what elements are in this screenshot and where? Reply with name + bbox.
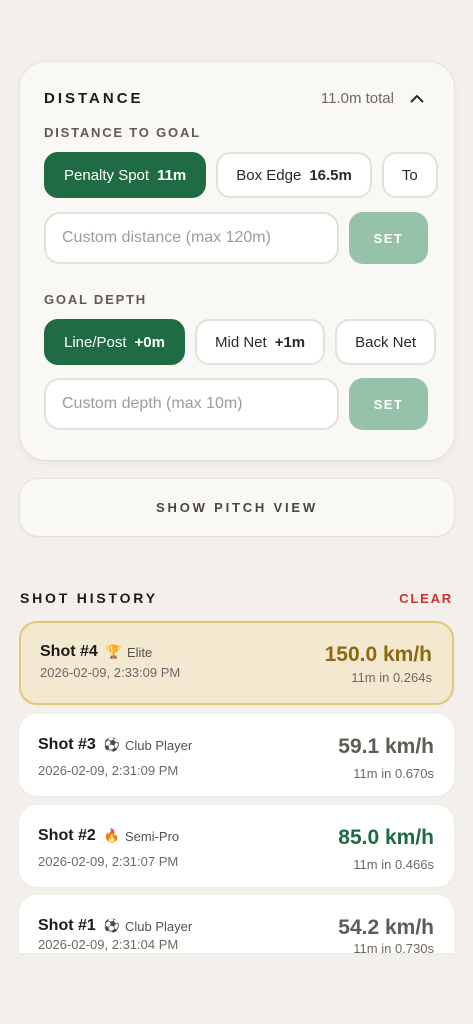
shot-history-title: SHOT HISTORY: [20, 590, 158, 606]
preset-value: 11m: [157, 166, 187, 184]
depth-value: +1m: [274, 333, 306, 351]
chevron-up-icon[interactable]: [406, 88, 428, 108]
goal-depth-label: GOAL DEPTH: [44, 292, 147, 307]
shot-meta: 11m in 0.670s: [353, 766, 434, 781]
preset-penalty-spot[interactable]: Penalty Spot 11m: [44, 152, 207, 198]
shot-name: Shot #2 🔥 Semi-Pro: [38, 827, 179, 845]
depth-name: Back Net: [355, 333, 416, 351]
clear-history-button[interactable]: CLEAR: [399, 591, 453, 606]
depth-line-post[interactable]: Line/Post +0m: [44, 319, 185, 365]
distance-presets: Penalty Spot 11m Box Edge 16.5m To: [44, 152, 454, 198]
distance-header[interactable]: DISTANCE 11.0m total: [44, 88, 428, 108]
custom-distance-input[interactable]: [44, 212, 339, 264]
distance-card: DISTANCE 11.0m total DISTANCE TO GOAL Pe…: [20, 62, 454, 460]
shot-date: 2026-02-09, 2:31:09 PM: [38, 763, 179, 778]
shot-date: 2026-02-09, 2:31:07 PM: [38, 854, 179, 869]
shot-title: Shot #3: [38, 736, 96, 753]
set-distance-button[interactable]: SET: [349, 212, 428, 264]
depth-name: Line/Post: [64, 333, 127, 351]
shot-rank: Club Player: [124, 737, 193, 753]
shot-history-header: SHOT HISTORY CLEAR: [20, 589, 453, 607]
preset-to[interactable]: To: [381, 152, 438, 198]
distance-title: DISTANCE: [44, 89, 144, 107]
shot-card-3[interactable]: Shot #3 ⚽ Club Player 2026-02-09, 2:31:0…: [19, 714, 454, 796]
custom-depth-input[interactable]: [44, 378, 339, 430]
shot-speed: 85.0 km/h: [338, 826, 434, 849]
shot-meta: 11m in 0.466s: [353, 857, 434, 872]
preset-name: Penalty Spot: [64, 166, 150, 184]
fire-icon: 🔥: [103, 828, 120, 844]
shot-date: 2026-02-09, 2:33:09 PM: [40, 665, 181, 680]
distance-total: 11.0m total: [320, 89, 394, 107]
trophy-icon: 🏆: [105, 644, 122, 660]
shot-title: Shot #4: [40, 643, 98, 660]
shot-meta: 11m in 0.264s: [351, 670, 432, 685]
shot-speed: 150.0 km/h: [324, 643, 432, 666]
depth-mid-net[interactable]: Mid Net +1m: [195, 319, 326, 365]
preset-name: Box Edge: [236, 166, 302, 184]
preset-name: To: [401, 166, 418, 184]
custom-distance-row: SET: [44, 212, 428, 264]
shot-speed: 54.2 km/h: [338, 916, 434, 939]
shot-card-2[interactable]: Shot #2 🔥 Semi-Pro 2026-02-09, 2:31:07 P…: [19, 805, 454, 887]
depth-value: +0m: [134, 333, 165, 351]
shot-name: Shot #4 🏆 Elite: [40, 643, 152, 661]
depth-back-net[interactable]: Back Net: [335, 319, 436, 365]
shot-card-4[interactable]: Shot #4 🏆 Elite 2026-02-09, 2:33:09 PM 1…: [19, 621, 454, 705]
distance-to-goal-label: DISTANCE TO GOAL: [44, 125, 201, 140]
show-pitch-view-button[interactable]: SHOW PITCH VIEW: [20, 479, 454, 536]
shot-rank: Club Player: [124, 918, 193, 934]
depth-name: Mid Net: [215, 333, 267, 351]
soccer-ball-icon: ⚽: [103, 918, 120, 934]
preset-value: 16.5m: [309, 166, 352, 184]
shot-title: Shot #2: [38, 827, 96, 844]
shot-rank: Semi-Pro: [124, 828, 180, 844]
soccer-ball-icon: ⚽: [103, 737, 120, 753]
shot-name: Shot #3 ⚽ Club Player: [38, 736, 192, 754]
shot-title: Shot #1: [38, 917, 96, 934]
shot-speed: 59.1 km/h: [338, 735, 434, 758]
set-depth-button[interactable]: SET: [349, 378, 428, 430]
depth-presets: Line/Post +0m Mid Net +1m Back Net: [44, 319, 454, 365]
shot-name: Shot #1 ⚽ Club Player: [38, 917, 192, 935]
shot-rank: Elite: [126, 644, 153, 660]
custom-depth-row: SET: [44, 378, 428, 430]
shot-date: 2026-02-09, 2:31:04 PM: [38, 937, 179, 952]
shot-card-1[interactable]: Shot #1 ⚽ Club Player 2026-02-09, 2:31:0…: [19, 895, 454, 953]
shot-meta: 11m in 0.730s: [353, 941, 434, 953]
preset-box-edge[interactable]: Box Edge 16.5m: [216, 152, 372, 198]
